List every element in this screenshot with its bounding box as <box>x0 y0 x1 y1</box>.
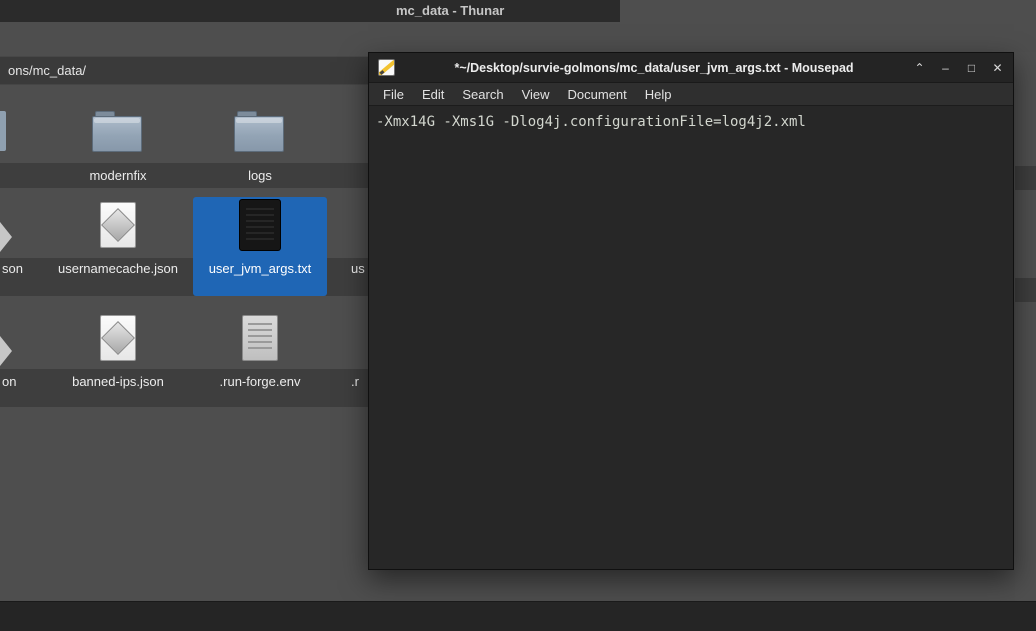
menu-view[interactable]: View <box>513 83 559 106</box>
menu-search[interactable]: Search <box>453 83 512 106</box>
clipped-file-icon <box>0 222 12 252</box>
path-bar[interactable]: ons/mc_data/ <box>0 56 368 85</box>
folder-icon <box>234 104 286 160</box>
file-item-label: banned-ips.json <box>72 374 164 389</box>
file-item-usernamecache-json[interactable]: usernamecache.json <box>51 197 185 276</box>
clipped-file-item[interactable]: .r <box>351 375 359 389</box>
editor-text-area[interactable]: -Xmx14G -Xms1G -Dlog4j.configurationFile… <box>369 106 1013 569</box>
menu-edit[interactable]: Edit <box>413 83 453 106</box>
desktop: mc_data - Thunar ons/mc_data/ modernfix … <box>0 0 1036 631</box>
mousepad-menubar: File Edit Search View Document Help <box>369 83 1013 106</box>
file-item-label: modernfix <box>89 168 147 183</box>
clipped-file-icon <box>0 336 12 366</box>
menu-document[interactable]: Document <box>559 83 636 106</box>
thunar-titlebar[interactable]: mc_data - Thunar <box>0 0 620 22</box>
bottom-panel <box>0 601 1036 631</box>
file-item-label: user_jvm_args.txt <box>208 261 312 276</box>
clipped-folder-icon <box>0 111 6 151</box>
file-item-logs[interactable]: logs <box>193 104 327 183</box>
mousepad-titlebar[interactable]: *~/Desktop/survie-golmons/mc_data/user_j… <box>369 53 1013 83</box>
file-item-user-jvm-args-txt-selected[interactable]: user_jvm_args.txt <box>193 197 327 296</box>
mousepad-window: *~/Desktop/survie-golmons/mc_data/user_j… <box>368 52 1014 570</box>
file-item-run-forge-env[interactable]: .run-forge.env <box>193 310 327 389</box>
file-item-banned-ips-json[interactable]: banned-ips.json <box>51 310 185 389</box>
path-bar-text: ons/mc_data/ <box>8 63 87 78</box>
config-file-icon <box>242 310 278 366</box>
file-item-label: .run-forge.env <box>219 374 301 389</box>
close-button[interactable]: ✕ <box>991 53 1004 83</box>
json-file-icon <box>100 197 136 253</box>
label-row-band <box>1015 166 1036 190</box>
text-file-icon <box>239 197 281 253</box>
file-item-label: logs <box>248 168 272 183</box>
clipped-file-item[interactable]: son <box>2 262 23 276</box>
label-row-band <box>1015 278 1036 302</box>
clipped-file-item[interactable]: on <box>2 375 16 389</box>
menu-file[interactable]: File <box>374 83 413 106</box>
shade-button[interactable]: ⌃ <box>913 53 926 83</box>
file-item-modernfix[interactable]: modernfix <box>51 104 185 183</box>
thunar-window-title: mc_data - Thunar <box>396 3 505 18</box>
background-window-sliver <box>1015 52 1036 601</box>
window-controls: ⌃ – □ ✕ <box>913 53 1004 83</box>
menu-help[interactable]: Help <box>636 83 681 106</box>
file-item-label: usernamecache.json <box>58 261 178 276</box>
json-file-icon <box>100 310 136 366</box>
minimize-button[interactable]: – <box>939 53 952 83</box>
clipped-file-item[interactable]: us <box>351 262 365 276</box>
mousepad-app-icon <box>378 59 395 76</box>
maximize-button[interactable]: □ <box>965 53 978 83</box>
folder-icon <box>92 104 144 160</box>
mousepad-window-title: *~/Desktop/survie-golmons/mc_data/user_j… <box>454 60 854 75</box>
